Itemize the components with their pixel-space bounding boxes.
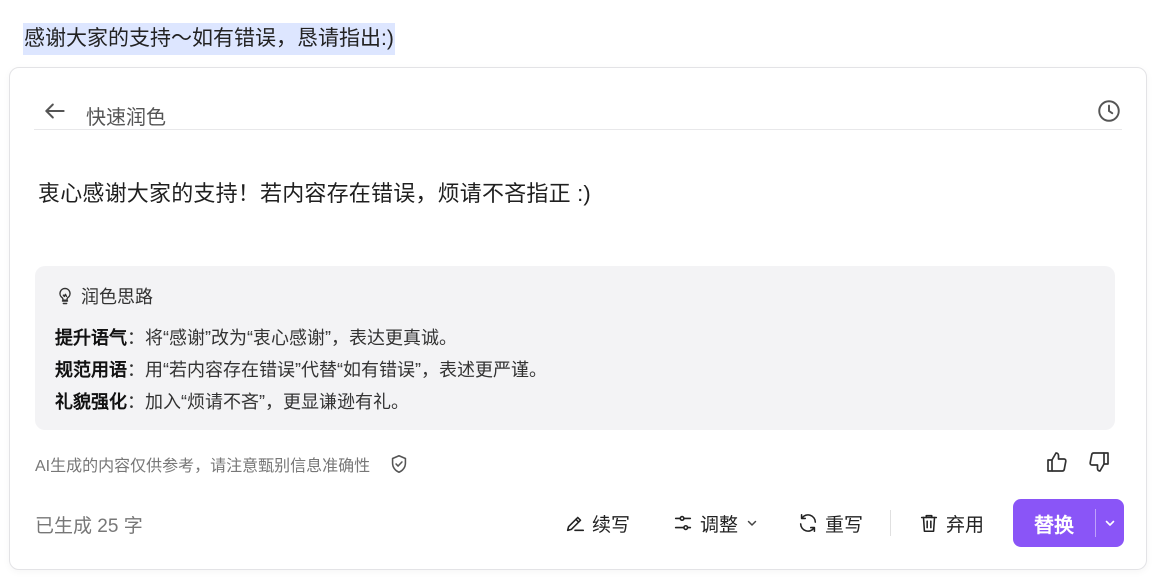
- idea-desc: ：加入“烦请不吝”，更显谦逊有礼。: [127, 392, 409, 412]
- replace-button[interactable]: 替换: [1013, 509, 1095, 538]
- idea-desc: ：将“感谢”改为“衷心感谢”，表达更真诚。: [127, 328, 457, 348]
- polished-result-text: 衷心感谢大家的支持！若内容存在错误，烦请不吝指正 :): [38, 181, 591, 206]
- adjust-label: 调整: [700, 514, 739, 536]
- refresh-icon: [799, 513, 817, 533]
- disclaimer-text: AI生成的内容仅供参考，请注意甄别信息准确性: [35, 458, 371, 475]
- idea-label: 礼貌强化: [55, 392, 127, 412]
- arrow-left-icon[interactable]: [42, 98, 68, 124]
- clock-icon[interactable]: [1096, 98, 1122, 124]
- discard-label: 弃用: [946, 514, 985, 536]
- ai-disclaimer: AI生成的内容仅供参考，请注意甄别信息准确性: [35, 452, 410, 476]
- replace-button-group: 替换: [1013, 499, 1124, 547]
- trash-icon: [920, 514, 938, 533]
- idea-item: 规范用语：用“若内容存在错误”代替“如有错误”，表述更严谨。: [55, 356, 547, 382]
- polish-panel: 快速润色 衷心感谢大家的支持！若内容存在错误，烦请不吝指正 :) 润色思路 提升…: [9, 67, 1147, 570]
- idea-label: 规范用语: [55, 360, 127, 380]
- selected-source-text: 感谢大家的支持～如有错误，恳请指出:): [23, 23, 395, 55]
- idea-item: 提升语气：将“感谢”改为“衷心感谢”，表达更真诚。: [55, 324, 457, 350]
- shield-check-icon[interactable]: [388, 453, 410, 475]
- toolbar-divider: [890, 510, 891, 536]
- ideas-header: 润色思路: [55, 284, 153, 308]
- thumbs-up-icon[interactable]: [1045, 450, 1069, 474]
- sliders-icon: [674, 515, 692, 531]
- chevron-down-icon: [747, 520, 757, 526]
- discard-button[interactable]: 弃用: [918, 499, 984, 547]
- page-title: 快速润色: [86, 107, 166, 129]
- chevron-down-icon: [1105, 520, 1115, 526]
- pen-icon: [566, 516, 585, 532]
- idea-label: 提升语气: [55, 328, 127, 348]
- continue-writing-button[interactable]: 续写: [564, 499, 630, 547]
- rewrite-label: 重写: [825, 514, 864, 536]
- polish-ideas-box: 润色思路 提升语气：将“感谢”改为“衷心感谢”，表达更真诚。 规范用语：用“若内…: [35, 266, 1115, 430]
- idea-desc: ：用“若内容存在错误”代替“如有错误”，表述更严谨。: [127, 360, 547, 380]
- adjust-button[interactable]: 调整: [672, 499, 758, 547]
- idea-item: 礼貌强化：加入“烦请不吝”，更显谦逊有礼。: [55, 388, 409, 414]
- thumbs-down-icon[interactable]: [1087, 450, 1111, 474]
- replace-dropdown-button[interactable]: [1096, 499, 1124, 547]
- rewrite-button[interactable]: 重写: [797, 499, 863, 547]
- continue-writing-label: 续写: [592, 514, 631, 536]
- lightbulb-icon: [59, 287, 71, 305]
- panel-header: 快速润色: [34, 90, 1122, 130]
- ideas-title: 润色思路: [81, 287, 153, 307]
- word-count: 已生成 25 字: [35, 516, 143, 537]
